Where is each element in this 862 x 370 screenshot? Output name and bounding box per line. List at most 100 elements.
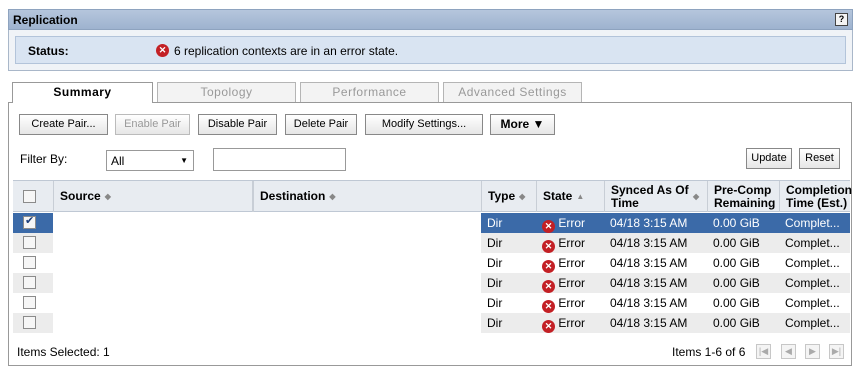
column-completion-label: Completion Time (Est.): [786, 182, 852, 210]
row-checkbox-cell: [13, 253, 53, 273]
modify-settings-button[interactable]: Modify Settings...: [365, 114, 483, 135]
table-row[interactable]: Dir ✕ Error 04/18 3:15 AM 0.00 GiB Complet..…: [13, 313, 850, 333]
row-checkbox-cell: [13, 233, 53, 253]
cell-state-text: Error: [558, 256, 586, 270]
cell-synced: 04/18 3:15 AM: [610, 236, 688, 250]
column-header-type[interactable]: Type ◆: [481, 181, 536, 212]
column-header-source[interactable]: Source ◆: [53, 181, 252, 212]
tab-summary[interactable]: Summary: [12, 82, 153, 103]
next-page-icon[interactable]: ▶: [805, 344, 820, 359]
more-menu-button[interactable]: More ▼: [490, 114, 555, 135]
status-label: Status:: [28, 44, 69, 58]
tab-advanced-settings[interactable]: Advanced Settings: [443, 82, 582, 102]
filter-text-input[interactable]: [213, 148, 346, 171]
cell-remaining: 0.00 GiB: [713, 296, 760, 310]
cell-completion: Complet...: [785, 296, 840, 310]
cell-completion: Complet...: [785, 316, 840, 330]
cell-destination: [254, 253, 481, 273]
table-row[interactable]: Dir ✕ Error 04/18 3:15 AM 0.00 GiB Complet..…: [13, 293, 850, 313]
error-icon: ✕: [542, 320, 555, 333]
table-header: Source ◆ Destination ◆ Type ◆ State ▲ Synced…: [13, 180, 852, 212]
sort-icon: ◆: [104, 192, 111, 201]
help-icon[interactable]: ?: [835, 13, 848, 26]
tab-performance[interactable]: Performance: [300, 82, 439, 102]
status-bar: Status: ✕ 6 replication contexts are in …: [15, 36, 846, 64]
column-header-state[interactable]: State ▲: [536, 181, 604, 212]
delete-pair-button[interactable]: Delete Pair: [285, 114, 357, 135]
column-header-destination[interactable]: Destination ◆: [252, 181, 481, 212]
cell-destination: [254, 233, 481, 253]
summary-panel: Create Pair... Enable Pair Disable Pair …: [8, 102, 852, 366]
cell-source: [53, 233, 252, 253]
chevron-down-icon: ▼: [180, 156, 188, 165]
sort-icon: ◆: [693, 192, 700, 201]
filter-select[interactable]: All ▼: [106, 150, 194, 171]
status-message: 6 replication contexts are in an error s…: [174, 44, 399, 58]
table-row[interactable]: Dir ✕ Error 04/18 3:15 AM 0.00 GiB Complet..…: [13, 233, 850, 253]
cell-type: Dir: [487, 256, 503, 270]
cell-state: ✕ Error: [536, 253, 604, 273]
row-checkbox-cell: [13, 213, 53, 233]
cell-source: [53, 213, 252, 233]
column-state-label: State: [543, 189, 573, 203]
cell-type: Dir: [487, 216, 503, 230]
cell-state-text: Error: [558, 236, 586, 250]
cell-source: [53, 273, 252, 293]
row-checkbox-cell: [13, 293, 53, 313]
cell-state: ✕ Error: [536, 213, 604, 233]
cell-state: ✕ Error: [536, 313, 604, 333]
tab-topology[interactable]: Topology: [157, 82, 296, 102]
cell-remaining: 0.00 GiB: [713, 316, 760, 330]
page-info: Items 1-6 of 6: [672, 345, 746, 359]
items-selected-count: Items Selected: 1: [17, 345, 110, 359]
sort-ascending-icon: ▲: [576, 192, 585, 201]
cell-state-text: Error: [558, 216, 586, 230]
window-title-bar: Replication ?: [8, 9, 853, 30]
column-type-label: Type: [488, 189, 516, 203]
row-checkbox[interactable]: [23, 316, 36, 329]
disable-pair-button[interactable]: Disable Pair: [198, 114, 277, 135]
error-icon: ✕: [542, 240, 555, 253]
reset-button[interactable]: Reset: [799, 148, 840, 169]
error-icon: ✕: [542, 220, 555, 233]
table-row[interactable]: Dir ✕ Error 04/18 3:15 AM 0.00 GiB Complet..…: [13, 273, 850, 293]
first-page-icon[interactable]: |◀: [756, 344, 771, 359]
update-button[interactable]: Update: [746, 148, 792, 169]
row-checkbox[interactable]: [23, 256, 36, 269]
table-row[interactable]: Dir ✕ Error 04/18 3:15 AM 0.00 GiB Complet..…: [13, 253, 850, 273]
cell-synced: 04/18 3:15 AM: [610, 296, 688, 310]
cell-type: Dir: [487, 236, 503, 250]
column-header-completion[interactable]: Completion Time (Est.): [779, 181, 852, 212]
cell-destination: [254, 293, 481, 313]
status-panel: Status: ✕ 6 replication contexts are in …: [8, 30, 853, 71]
cell-state-text: Error: [558, 316, 586, 330]
cell-source: [53, 253, 252, 273]
select-all-cell: [13, 181, 53, 212]
enable-pair-button[interactable]: Enable Pair: [115, 114, 190, 135]
row-checkbox[interactable]: [23, 214, 36, 229]
column-header-synced[interactable]: Synced As Of Time ◆: [604, 181, 707, 212]
row-checkbox[interactable]: [23, 236, 36, 249]
previous-page-icon[interactable]: ◀: [781, 344, 796, 359]
table-row[interactable]: Dir ✕ Error 04/18 3:15 AM 0.00 GiB Complet..…: [13, 213, 850, 233]
cell-synced: 04/18 3:15 AM: [610, 256, 688, 270]
sort-icon: ◆: [519, 192, 526, 201]
toolbar: Create Pair... Enable Pair Disable Pair …: [9, 103, 851, 140]
row-checkbox[interactable]: [23, 296, 36, 309]
column-header-remaining[interactable]: Pre-Comp Remaining: [707, 181, 779, 212]
error-icon: ✕: [156, 44, 169, 57]
create-pair-button[interactable]: Create Pair...: [19, 114, 108, 135]
select-all-checkbox[interactable]: [23, 190, 36, 203]
page-title: Replication: [13, 13, 78, 27]
cell-state: ✕ Error: [536, 273, 604, 293]
cell-completion: Complet...: [785, 276, 840, 290]
row-checkbox[interactable]: [23, 276, 36, 289]
error-icon: ✕: [542, 280, 555, 293]
cell-remaining: 0.00 GiB: [713, 236, 760, 250]
cell-remaining: 0.00 GiB: [713, 216, 760, 230]
table-footer: Items Selected: 1 Items 1-6 of 6 |◀ ◀ ▶ …: [9, 342, 851, 366]
cell-state-text: Error: [558, 296, 586, 310]
last-page-icon[interactable]: ▶|: [829, 344, 844, 359]
filter-selected-value: All: [111, 154, 125, 168]
cell-synced: 04/18 3:15 AM: [610, 316, 688, 330]
